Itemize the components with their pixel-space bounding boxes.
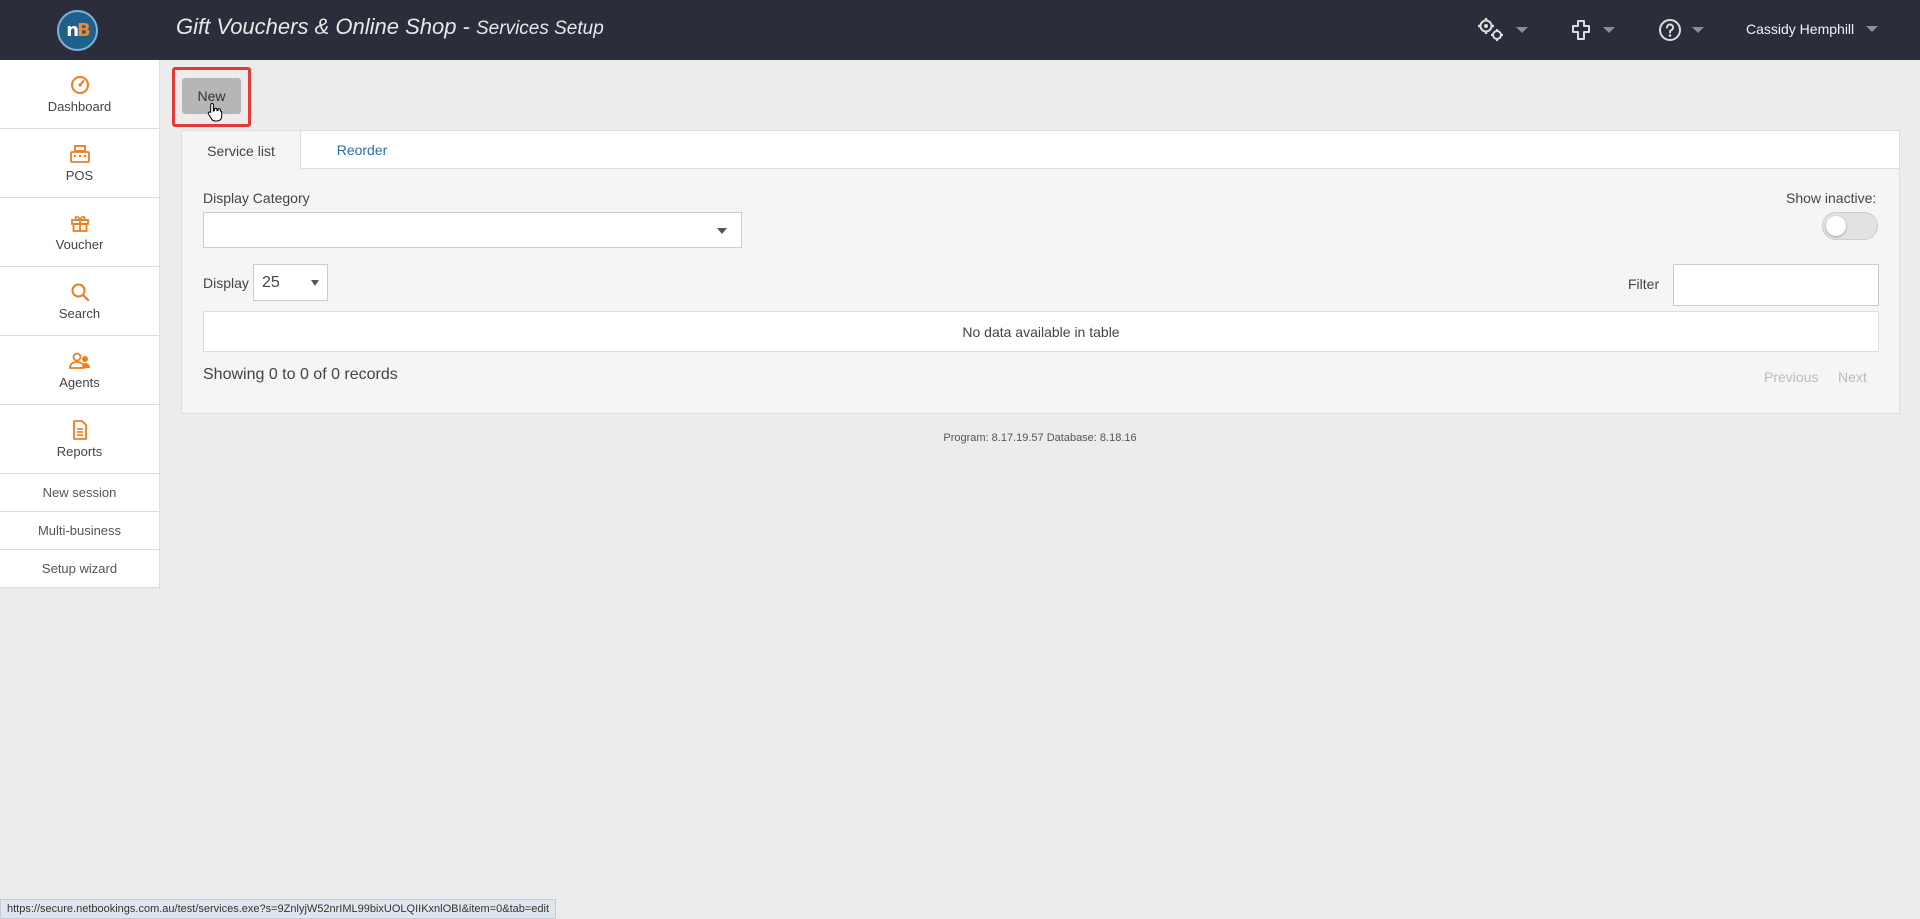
sidebar-item-reports[interactable]: Reports xyxy=(0,405,159,474)
display-count-select[interactable]: 25 xyxy=(253,264,328,301)
chevron-down-icon xyxy=(1516,27,1528,33)
sidebar-item-label: Agents xyxy=(59,374,100,390)
user-menu[interactable]: Cassidy Hemphill xyxy=(1746,21,1879,37)
user-name: Cassidy Hemphill xyxy=(1746,21,1855,37)
settings-menu[interactable] xyxy=(1476,18,1528,42)
sidebar-item-label: Reports xyxy=(56,443,103,459)
services-panel: Service list Reorder Display Category Sh… xyxy=(181,130,1900,414)
search-icon xyxy=(71,283,89,301)
sidebar-item-search[interactable]: Search xyxy=(0,267,159,336)
chevron-down-icon xyxy=(1692,27,1704,33)
chevron-down-icon xyxy=(1866,26,1879,32)
display-category-label: Display Category xyxy=(203,190,310,206)
version-info: Program: 8.17.19.57 Database: 8.18.16 xyxy=(943,432,1137,444)
sidebar-link-multi-business[interactable]: Multi-business xyxy=(0,512,159,550)
sidebar-link-new-session[interactable]: New session xyxy=(0,474,159,512)
help-icon xyxy=(1659,19,1681,41)
sidebar-item-label: Dashboard xyxy=(47,98,112,114)
tab-service-list[interactable]: Service list xyxy=(182,131,301,170)
sidebar-item-label: Voucher xyxy=(55,236,104,252)
records-info: Showing 0 to 0 of 0 records xyxy=(203,366,398,383)
chevron-down-icon xyxy=(1603,27,1615,33)
report-document-icon xyxy=(72,419,87,440)
sidebar-item-label: POS xyxy=(65,167,94,183)
gift-icon xyxy=(70,215,89,232)
cash-register-icon xyxy=(69,144,90,163)
logo[interactable]: nB xyxy=(57,10,98,51)
tab-reorder[interactable]: Reorder xyxy=(302,131,422,169)
plugins-menu[interactable] xyxy=(1569,18,1615,42)
show-inactive-label: Show inactive: xyxy=(1786,190,1877,206)
tab-bar: Service list Reorder xyxy=(182,131,1899,170)
toggle-knob xyxy=(1826,216,1846,236)
sidebar-item-pos[interactable]: POS xyxy=(0,129,159,198)
app-title-sub: Services Setup xyxy=(476,18,604,39)
settings-gears-icon xyxy=(1478,18,1503,41)
agents-icon xyxy=(68,352,90,369)
filter-input[interactable] xyxy=(1673,264,1879,306)
display-count-value: 25 xyxy=(262,273,280,291)
plugins-icon xyxy=(1572,20,1590,40)
chevron-down-icon xyxy=(717,228,727,234)
sidebar-item-label: Search xyxy=(58,305,101,321)
sidebar-item-dashboard[interactable]: Dashboard xyxy=(0,60,159,129)
display-label: Display xyxy=(203,275,249,291)
next-button[interactable]: Next xyxy=(1838,369,1867,385)
status-bar-url: https://secure.netbookings.com.au/test/s… xyxy=(0,899,557,919)
chevron-down-icon xyxy=(311,280,319,286)
logo-text: nB xyxy=(66,20,91,41)
sidebar-item-voucher[interactable]: Voucher xyxy=(0,198,159,267)
previous-button[interactable]: Previous xyxy=(1764,369,1818,385)
help-menu[interactable] xyxy=(1658,18,1704,42)
sidebar-item-agents[interactable]: Agents xyxy=(0,336,159,405)
display-category-select[interactable] xyxy=(203,212,742,248)
empty-table-message: No data available in table xyxy=(203,311,1879,352)
page-title: Gift Vouchers & Online Shop - Services S… xyxy=(176,14,604,40)
filter-label: Filter xyxy=(1628,276,1660,292)
top-bar: nB Gift Vouchers & Online Shop - Service… xyxy=(0,0,1920,60)
app-title-main: Gift Vouchers & Online Shop - xyxy=(176,14,476,39)
hand-pointer-icon xyxy=(207,102,223,122)
sidebar: Dashboard POS Voucher Search Agents Repo… xyxy=(0,60,160,588)
sidebar-link-setup-wizard[interactable]: Setup wizard xyxy=(0,550,159,588)
dashboard-gauge-icon xyxy=(70,75,89,94)
show-inactive-toggle[interactable] xyxy=(1822,212,1878,240)
